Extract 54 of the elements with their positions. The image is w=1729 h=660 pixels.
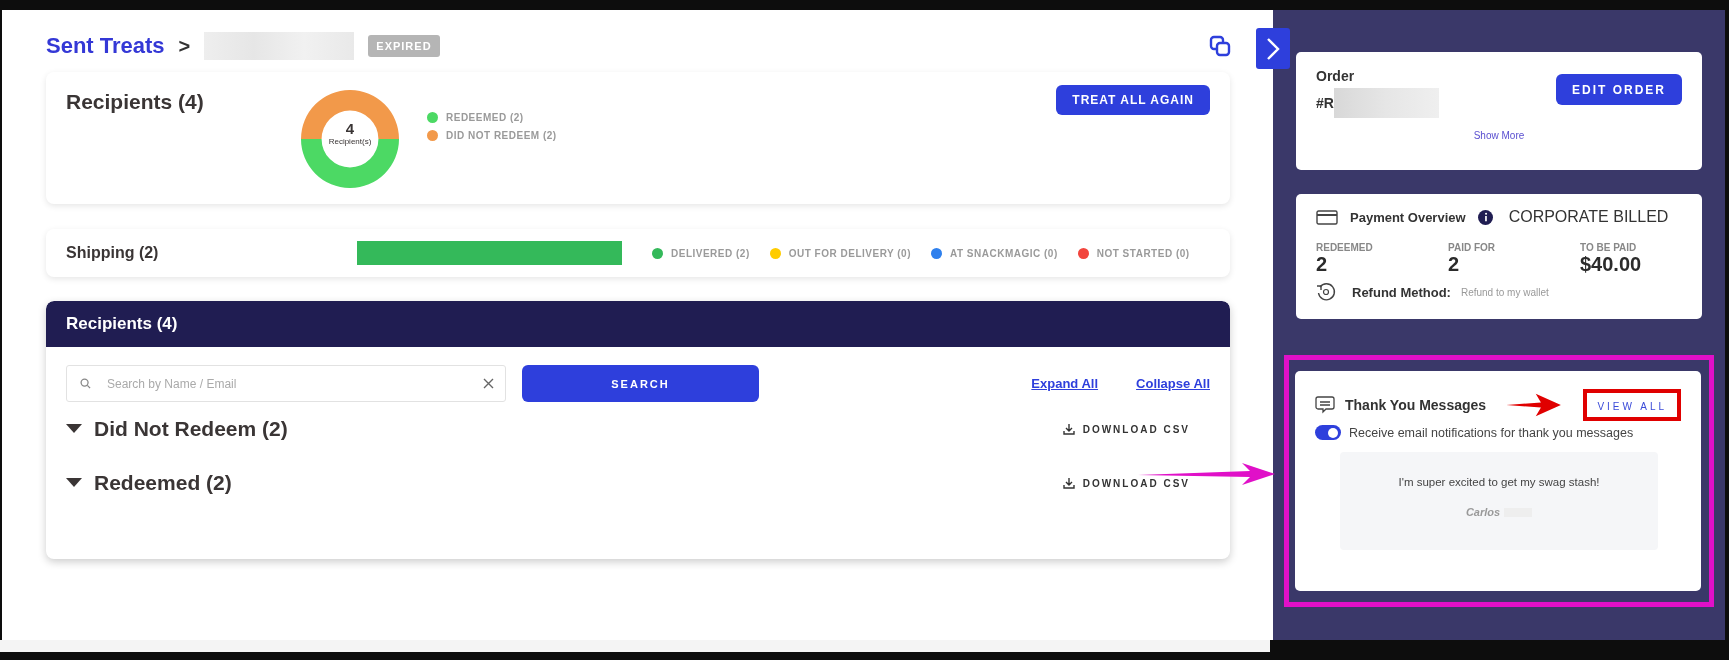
breadcrumb-separator: > xyxy=(178,34,191,58)
download-csv-button[interactable]: DOWNLOAD CSV xyxy=(1056,476,1196,490)
search-field[interactable]: Search by Name / Email xyxy=(66,365,506,402)
panel-header: Recipients (4) xyxy=(46,301,1230,347)
message-text: I'm super excited to get my swag stash! xyxy=(1398,476,1600,488)
legend-label: OUT FOR DELIVERY (0) xyxy=(788,247,911,259)
download-csv-button[interactable]: DOWNLOAD CSV xyxy=(1056,422,1196,436)
group-title: Did Not Redeem (2) xyxy=(94,417,288,441)
search-button[interactable]: SEARCH xyxy=(522,365,759,402)
billing-type: CORPORATE BILLED xyxy=(1508,208,1669,226)
legend-label: DELIVERED (2) xyxy=(671,247,750,259)
caret-icon[interactable] xyxy=(66,478,82,488)
download-icon xyxy=(1062,423,1075,435)
refund-label: Refund Method: xyxy=(1352,284,1451,300)
message-icon xyxy=(1315,396,1335,414)
toggle-link[interactable]: Collapse All xyxy=(1136,376,1210,391)
collapse-sidebar-button[interactable] xyxy=(1256,28,1290,69)
stat-label: TO BE PAID xyxy=(1580,242,1638,253)
legend-label: REDEEMED (2) xyxy=(446,112,524,123)
donut-center-value: 4 xyxy=(344,120,356,137)
card-title: Shipping (2) xyxy=(66,244,160,262)
copy-icon[interactable] xyxy=(1209,35,1231,57)
group-title: Redeemed (2) xyxy=(94,471,232,495)
stat-label: REDEEMED xyxy=(1316,242,1374,253)
toggle-switch[interactable] xyxy=(1315,425,1341,440)
info-icon[interactable] xyxy=(1477,209,1493,225)
show-more-link[interactable]: Show More xyxy=(1316,130,1682,141)
credit-card-icon xyxy=(1316,209,1338,225)
order-number: #R xyxy=(1316,95,1334,111)
stat-value: 2 xyxy=(1316,253,1329,276)
legend-label: NOT STARTED (0) xyxy=(1096,247,1190,259)
legend-label: DID NOT REDEEM (2) xyxy=(446,130,557,141)
message-author: Carlos xyxy=(1465,506,1501,518)
refund-value: Refund to my wallet xyxy=(1460,286,1549,298)
breadcrumb-link[interactable]: Sent Treats xyxy=(46,33,165,59)
order-label: Order xyxy=(1316,68,1356,84)
stat-value: 2 xyxy=(1448,253,1461,276)
treat-all-again-button[interactable]: TREAT ALL AGAIN xyxy=(1056,85,1210,115)
stat-value: $40.00 xyxy=(1580,253,1643,276)
thank-you-title: Thank You Messages xyxy=(1345,397,1487,413)
payment-title: Payment Overview xyxy=(1350,209,1466,225)
status-badge: EXPIRED xyxy=(368,35,440,57)
stat-label: PAID FOR xyxy=(1448,242,1497,253)
clear-icon[interactable] xyxy=(483,378,494,389)
refund-icon xyxy=(1316,282,1336,302)
edit-order-button[interactable]: EDIT ORDER xyxy=(1556,74,1682,105)
toggle-label: Receive email notifications for thank you messages xyxy=(1349,425,1634,440)
caret-icon[interactable] xyxy=(66,424,82,434)
donut-center-label: Recipient(s) xyxy=(327,137,373,146)
legend-label: AT SNACKMAGIC (0) xyxy=(949,247,1058,259)
download-icon xyxy=(1062,477,1075,489)
card-title: Recipients (4) xyxy=(66,90,205,115)
chevron-right-icon xyxy=(1266,36,1280,61)
toggle-link[interactable]: Expand All xyxy=(1031,376,1099,391)
